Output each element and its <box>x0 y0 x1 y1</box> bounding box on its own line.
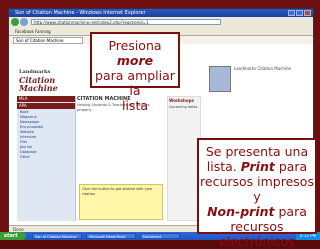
taskbar-item[interactable]: Son of Citation Machine <box>32 233 82 239</box>
callout2-line6: electrónicos <box>219 234 295 249</box>
toolbar-link[interactable]: Facebook Fanning <box>15 29 51 34</box>
top-right-text: Landmarks Citation Machine <box>234 66 292 71</box>
callout2-line2b: para <box>278 159 308 174</box>
callout2-line4b: para <box>278 204 307 219</box>
right-heading: Workshops <box>169 98 194 103</box>
callout2-bold2: Non-print <box>207 204 275 219</box>
tab-citation-machine[interactable]: Son of Citation Machine <box>13 37 83 44</box>
callout2-bold1: Print <box>240 159 275 174</box>
content-heading: CITATION MACHINE <box>77 96 131 102</box>
back-icon[interactable] <box>11 18 19 26</box>
callout1-bold: more <box>116 53 154 68</box>
book-icon <box>209 66 231 92</box>
sidebar-item[interactable]: Other <box>17 155 75 160</box>
right-text: Upcoming dates <box>169 105 198 109</box>
callout2-line1: Se presenta una <box>205 144 309 159</box>
callout1-prefix: Presiona <box>108 38 162 53</box>
forward-icon[interactable] <box>20 18 28 26</box>
sidebar: MLA APA Book Magazine Newspaper Encyclop… <box>17 96 76 221</box>
top-right-banner: Landmarks Citation Machine <box>209 66 305 94</box>
instruction-box: Click the button to get started with you… <box>79 184 163 220</box>
callout2-line2a: lista. <box>206 159 237 174</box>
callout-print: Se presenta una lista. Print para recurs… <box>197 138 317 249</box>
start-button[interactable]: start <box>0 232 26 240</box>
sidebar-band-mla[interactable]: MLA <box>17 96 75 102</box>
window-controls <box>288 10 311 16</box>
window-title: Son of Citation Machine - Windows Intern… <box>15 10 146 16</box>
taskbar-item[interactable]: Document <box>140 233 180 239</box>
callout2-line5: recursos <box>230 219 284 234</box>
callout-more: Presiona more para ampliar la lista <box>90 32 180 113</box>
close-button[interactable] <box>304 10 311 16</box>
title-bar: Son of Citation Machine - Windows Intern… <box>9 9 313 17</box>
callout2-line3: recursos impresos y <box>200 174 314 204</box>
logo-line3: Machine <box>19 83 58 93</box>
sidebar-band-apa[interactable]: APA <box>17 103 75 109</box>
maximize-button[interactable] <box>296 10 303 16</box>
content-text: Helping Students & Teachers cite sources… <box>77 103 150 112</box>
callout1-line3: lista <box>121 98 149 113</box>
address-input[interactable]: http://www.citationmachine.net/index2.ph… <box>31 19 221 25</box>
right-column: Workshops Upcoming dates <box>167 96 201 221</box>
taskbar-item[interactable]: Microsoft PowerPoint <box>86 233 136 239</box>
minimize-button[interactable] <box>288 10 295 16</box>
site-logo[interactable]: Landmarks Citation Machine <box>19 68 58 92</box>
